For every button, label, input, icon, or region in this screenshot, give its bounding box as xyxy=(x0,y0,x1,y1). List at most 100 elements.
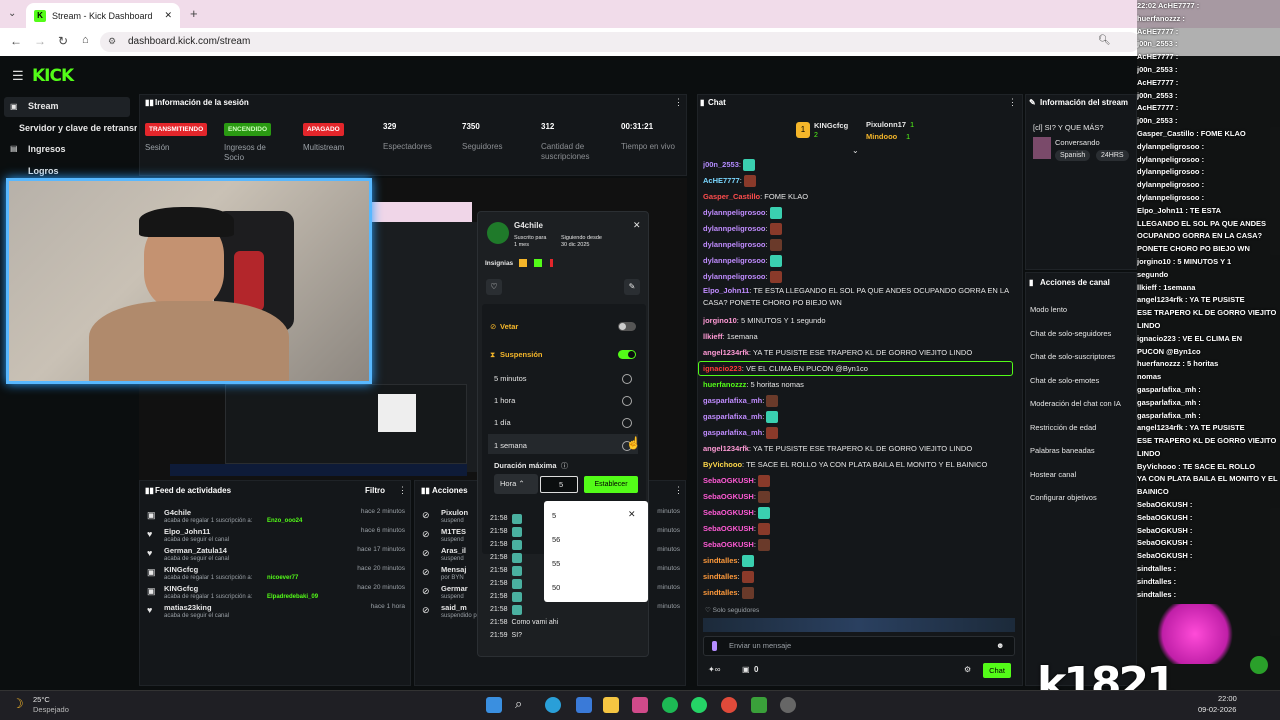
chat-message[interactable]: jorgino10: 5 MINUTOS Y 1 segundo xyxy=(703,313,1017,329)
chat-message[interactable]: sindtalles: xyxy=(703,553,1017,569)
chat-menu-icon[interactable]: ⋮ xyxy=(1008,97,1017,108)
option-5-minutes-radio[interactable] xyxy=(622,374,632,384)
popup-close-icon[interactable]: ✕ xyxy=(633,220,641,231)
channel-action-item[interactable]: Configurar objetivos xyxy=(1030,493,1097,502)
chat-message[interactable]: sindtalles: xyxy=(703,569,1017,585)
chat-username[interactable]: jorgino10 xyxy=(703,316,737,325)
browser-tab[interactable]: K Stream - Kick Dashboard ✕ xyxy=(26,3,180,28)
emoji-icon[interactable]: ☻ xyxy=(996,641,1004,650)
start-menu-icon[interactable] xyxy=(486,697,502,713)
chat-username[interactable]: dylannpeligrosoo xyxy=(703,256,766,265)
chat-message[interactable]: dylannpeligrosoo: xyxy=(703,253,1017,269)
feed-item[interactable]: ▣ KINGcfcg hace 20 minutos acaba de regalar… xyxy=(145,584,407,603)
obs-icon[interactable] xyxy=(780,697,796,713)
chat-username[interactable]: sindtalles xyxy=(703,572,738,581)
snipping-icon[interactable] xyxy=(632,697,648,713)
chat-username[interactable]: dylannpeligrosoo xyxy=(703,208,766,217)
chat-message[interactable]: dylannpeligrosoo: xyxy=(703,269,1017,285)
sidebar-item-achievements[interactable]: Logros xyxy=(28,166,59,176)
chat-message[interactable]: SebaOGKUSH: xyxy=(703,521,1017,537)
chat-username[interactable]: Elpo_John11 xyxy=(703,286,749,295)
chat-username[interactable]: Gasper_Castillo xyxy=(703,192,760,201)
unit-select[interactable]: Hora ⌃ xyxy=(494,474,538,494)
chat-username[interactable]: sindtalles xyxy=(703,556,738,565)
option-1-hour-radio[interactable] xyxy=(622,396,632,406)
chat-username[interactable]: ByVichooo xyxy=(703,460,742,469)
chat-username[interactable]: SebaOGKUSH xyxy=(703,476,754,485)
chat-message[interactable]: Elpo_John11: TE ESTA LLEGANDO EL SOL PA … xyxy=(703,285,1017,309)
chat-username[interactable]: SebaOGKUSH xyxy=(703,492,754,501)
hamburger-menu-icon[interactable]: ☰ xyxy=(12,68,24,84)
sidebar-item-server[interactable]: Servidor y clave de retransm xyxy=(19,123,137,133)
feed-item[interactable]: ▣ KINGcfcg hace 20 minutos acaba de regalar… xyxy=(145,565,407,584)
chat-message[interactable]: SebaOGKUSH: xyxy=(703,473,1017,489)
chat-username[interactable]: llkieff xyxy=(703,332,723,341)
chat-message[interactable]: SebaOGKUSH: xyxy=(703,489,1017,505)
dropdown-option[interactable]: 50 xyxy=(552,583,560,592)
zoom-icon[interactable]: 🔍︎ xyxy=(1098,35,1111,46)
spotify-icon[interactable] xyxy=(662,697,678,713)
settings-sparkle-icon[interactable]: ✦∞ xyxy=(708,665,720,674)
chat-username[interactable]: SebaOGKUSH xyxy=(703,508,754,517)
chat-message[interactable]: ByVichooo: TE SACE EL ROLLO YA CON PLATA… xyxy=(703,457,1017,473)
back-icon[interactable]: ← xyxy=(10,34,22,48)
dropdown-option[interactable]: 56 xyxy=(552,535,560,544)
chat-message[interactable]: sindtalles: xyxy=(703,585,1017,601)
emote-bar[interactable] xyxy=(703,618,1015,632)
channel-action-item[interactable]: Chat de solo-suscriptores xyxy=(1030,352,1115,361)
forward-icon[interactable]: → xyxy=(34,34,46,48)
chat-message[interactable]: angel1234rfk: YA TE PUSISTE ESE TRAPERO … xyxy=(703,441,1017,457)
channel-action-item[interactable]: Restricción de edad xyxy=(1030,423,1096,432)
option-1-hour[interactable]: 1 hora xyxy=(494,396,515,405)
chat-username[interactable]: sindtalles xyxy=(703,588,738,597)
chat-message[interactable]: SebaOGKUSH: xyxy=(703,505,1017,521)
expand-gifters-icon[interactable]: ⌄ xyxy=(852,146,859,155)
chat-message[interactable]: gasparlafixa_mh: xyxy=(703,409,1017,425)
vetar-toggle[interactable] xyxy=(618,322,636,331)
store-icon[interactable] xyxy=(576,697,592,713)
chat-message[interactable]: dylannpeligrosoo: xyxy=(703,237,1017,253)
channel-action-item[interactable]: Chat de solo-emotes xyxy=(1030,376,1099,385)
chrome-icon[interactable] xyxy=(721,697,737,713)
option-1-week[interactable]: 1 semana xyxy=(494,441,527,450)
feed-menu-icon[interactable]: ⋮ xyxy=(398,485,407,496)
feed-item[interactable]: ♥ German_Zatula14 hace 17 minutos acaba de … xyxy=(145,546,407,565)
chat-username[interactable]: dylannpeligrosoo xyxy=(703,272,766,281)
search-icon[interactable]: ⌕ xyxy=(515,696,522,712)
chat-message[interactable]: gasparlafixa_mh: xyxy=(703,393,1017,409)
chat-message[interactable]: j00n_2553: xyxy=(703,157,1017,173)
address-bar[interactable]: dashboard.kick.com/stream xyxy=(100,32,1140,52)
site-info-icon[interactable]: ⚙ xyxy=(108,36,116,47)
chat-username[interactable]: gasparlafixa_mh xyxy=(703,412,762,421)
chat-username[interactable]: gasparlafixa_mh xyxy=(703,396,762,405)
reload-icon[interactable]: ↻ xyxy=(58,34,68,48)
channel-action-item[interactable]: Modo lento xyxy=(1030,305,1067,314)
kick-logo[interactable]: KICK xyxy=(32,66,74,86)
chat-username[interactable]: j00n_2553 xyxy=(703,160,739,169)
new-tab-icon[interactable]: + xyxy=(190,6,198,21)
dropdown-option[interactable]: 5 xyxy=(552,511,556,520)
feed-item[interactable]: ♥ Elpo_John11 hace 6 minutos acaba de segui… xyxy=(145,527,407,546)
channel-action-item[interactable]: Palabras baneadas xyxy=(1030,446,1095,455)
close-tab-icon[interactable]: ✕ xyxy=(164,10,172,21)
xbox-icon[interactable] xyxy=(751,697,767,713)
feed-filter-button[interactable]: Filtro xyxy=(365,486,385,495)
channel-action-item[interactable]: Hostear canal xyxy=(1030,470,1076,479)
chat-message[interactable]: gasparlafixa_mh: xyxy=(703,425,1017,441)
session-menu-icon[interactable]: ⋮ xyxy=(674,97,683,108)
chat-username[interactable]: dylannpeligrosoo xyxy=(703,240,766,249)
chat-settings-icon[interactable]: ⚙ xyxy=(964,665,971,674)
chat-message[interactable]: angel1234rfk: YA TE PUSISTE ESE TRAPERO … xyxy=(703,345,1017,361)
mod-actions-menu-icon[interactable]: ⋮ xyxy=(674,485,683,496)
chat-message[interactable]: SebaOGKUSH: xyxy=(703,537,1017,553)
chat-username[interactable]: gasparlafixa_mh xyxy=(703,428,762,437)
sidebar-item-income[interactable]: Ingresos xyxy=(28,144,66,154)
chat-username[interactable]: AcHE7777 xyxy=(703,176,740,185)
pin-icon[interactable]: ✎ xyxy=(624,279,640,295)
chat-username[interactable]: angel1234rfk xyxy=(703,444,749,453)
chat-username[interactable]: SebaOGKUSH xyxy=(703,524,754,533)
dropdown-close-icon[interactable]: ✕ xyxy=(628,509,636,520)
send-chat-button[interactable]: Chat xyxy=(983,663,1011,678)
option-1-day-radio[interactable] xyxy=(622,418,632,428)
feed-item[interactable]: ♥ matias23king hace 1 hora acaba de seguir … xyxy=(145,603,407,622)
